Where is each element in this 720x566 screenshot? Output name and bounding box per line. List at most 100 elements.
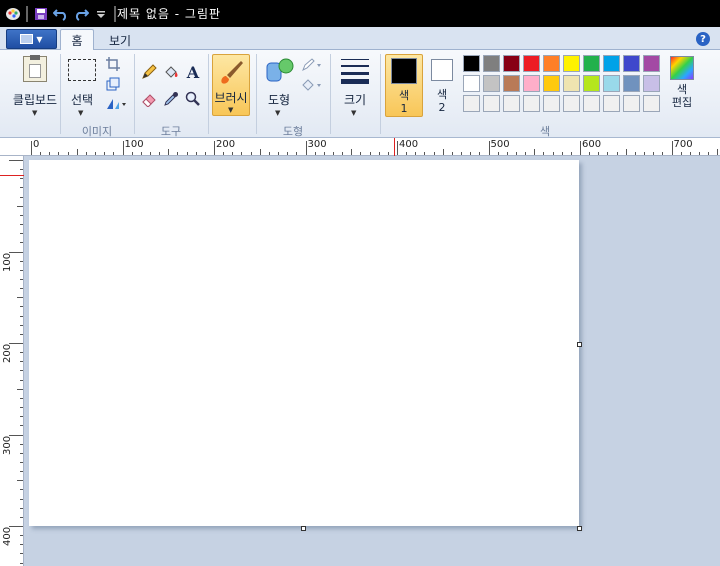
undo-icon[interactable] — [52, 5, 70, 23]
ruler-tick — [177, 152, 179, 155]
palette-color-swatch[interactable] — [603, 55, 620, 72]
ruler-tick — [305, 141, 307, 155]
resize-icon[interactable] — [104, 75, 122, 93]
shapes-label: 도형 — [267, 93, 291, 107]
clipboard-button[interactable]: 클립보드 ▼ — [10, 53, 60, 119]
redo-icon[interactable] — [72, 5, 90, 23]
ruler-tick — [314, 152, 316, 155]
palette-color-swatch[interactable] — [483, 55, 500, 72]
palette-color-swatch[interactable] — [483, 75, 500, 92]
palette-color-swatch[interactable] — [583, 95, 600, 112]
palette-color-swatch[interactable] — [463, 55, 480, 72]
palette-color-swatch[interactable] — [623, 75, 640, 92]
ruler-tick — [20, 498, 23, 500]
palette-color-swatch[interactable] — [503, 55, 520, 72]
customize-qat-chevron-icon[interactable] — [92, 5, 110, 23]
palette-color-swatch[interactable] — [543, 95, 560, 112]
resize-handle-bottom[interactable] — [301, 526, 306, 531]
palette-color-swatch[interactable] — [463, 95, 480, 112]
palette-color-swatch[interactable] — [583, 75, 600, 92]
palette-color-swatch[interactable] — [643, 55, 660, 72]
tab-view[interactable]: 보기 — [100, 29, 140, 51]
resize-handle-corner[interactable] — [577, 526, 582, 531]
outline-icon[interactable] — [300, 56, 324, 74]
drawing-canvas[interactable] — [29, 160, 579, 526]
palette-color-swatch[interactable] — [603, 95, 620, 112]
group-separator — [256, 54, 257, 134]
palette-color-swatch[interactable] — [523, 55, 540, 72]
text-icon[interactable]: A — [184, 63, 202, 82]
palette-color-swatch[interactable] — [623, 95, 640, 112]
brushes-button[interactable]: 브러시 ▼ — [212, 54, 250, 116]
brush-icon — [217, 58, 245, 86]
palette-color-swatch[interactable] — [503, 75, 520, 92]
fill-bucket-icon[interactable] — [162, 63, 180, 81]
shapes-button[interactable]: 도형 ▼ — [262, 53, 296, 119]
ruler-tick — [644, 152, 646, 155]
palette-color-swatch[interactable] — [523, 95, 540, 112]
ruler-tick — [20, 315, 23, 317]
group-separator — [60, 54, 61, 134]
save-icon[interactable] — [32, 5, 50, 23]
palette-color-swatch[interactable] — [463, 75, 480, 92]
ruler-tick — [20, 224, 23, 226]
ruler-tick — [31, 141, 32, 155]
color1-swatch — [391, 58, 417, 84]
ruler-tick — [268, 152, 270, 155]
palette-color-swatch[interactable] — [563, 75, 580, 92]
ruler-tick — [698, 152, 700, 155]
ruler-tick — [20, 544, 23, 546]
group-separator — [208, 54, 209, 134]
color1-button[interactable]: 색 1 — [385, 54, 423, 117]
ruler-tick — [20, 288, 23, 290]
paint-app-icon[interactable] — [4, 5, 22, 23]
help-icon[interactable]: ? — [696, 32, 710, 46]
ruler-label: 100 — [2, 252, 13, 272]
pencil-icon[interactable] — [140, 63, 158, 81]
palette-color-swatch[interactable] — [503, 95, 520, 112]
color2-swatch — [431, 59, 453, 81]
palette-color-swatch[interactable] — [623, 55, 640, 72]
resize-handle-right[interactable] — [577, 342, 582, 347]
palette-color-swatch[interactable] — [543, 75, 560, 92]
palette-color-swatch[interactable] — [523, 75, 540, 92]
ruler-tick — [20, 361, 23, 363]
fill-icon[interactable] — [300, 76, 324, 94]
palette-color-swatch[interactable] — [643, 95, 660, 112]
color2-button[interactable]: 색 2 — [424, 54, 462, 117]
eraser-icon[interactable] — [140, 90, 158, 108]
ruler-tick — [20, 196, 23, 198]
shapes-group-label: 도형 — [282, 125, 304, 138]
ruler-tick — [662, 152, 664, 155]
horizontal-ruler: 0 100 200 300 400 500 600 700 — [0, 138, 720, 156]
tab-home[interactable]: 홈 — [60, 29, 94, 51]
edit-colors-button[interactable]: 색 편집 — [668, 56, 696, 118]
size-button[interactable]: 크기 ▼ — [336, 53, 374, 119]
ruler-tick — [9, 160, 23, 161]
ruler-tick — [369, 152, 371, 155]
ruler-tick — [140, 152, 142, 155]
palette-color-swatch[interactable] — [563, 55, 580, 72]
palette-color-swatch[interactable] — [563, 95, 580, 112]
rotate-icon[interactable] — [104, 95, 128, 113]
palette-color-swatch[interactable] — [583, 55, 600, 72]
paint-menu-button[interactable]: ▼ — [6, 29, 57, 49]
ruler-tick — [159, 152, 161, 155]
ruler-tick — [20, 452, 23, 454]
crop-icon[interactable] — [104, 55, 122, 73]
chevron-down-icon: ▼ — [36, 34, 43, 44]
palette-color-swatch[interactable] — [643, 75, 660, 92]
ruler-tick — [76, 149, 78, 155]
color2-label: 색 2 — [436, 88, 448, 114]
palette-color-swatch[interactable] — [603, 75, 620, 92]
palette-color-swatch[interactable] — [483, 95, 500, 112]
ruler-tick — [287, 152, 289, 155]
palette-color-swatch[interactable] — [543, 55, 560, 72]
ruler-tick — [241, 152, 243, 155]
select-button[interactable]: 선택 ▼ — [64, 53, 100, 119]
shapes-icon — [266, 57, 294, 83]
magnifier-icon[interactable] — [184, 90, 202, 108]
ruler-tick — [461, 152, 463, 155]
color-picker-icon[interactable] — [162, 90, 180, 108]
ruler-label: 700 — [673, 139, 693, 150]
